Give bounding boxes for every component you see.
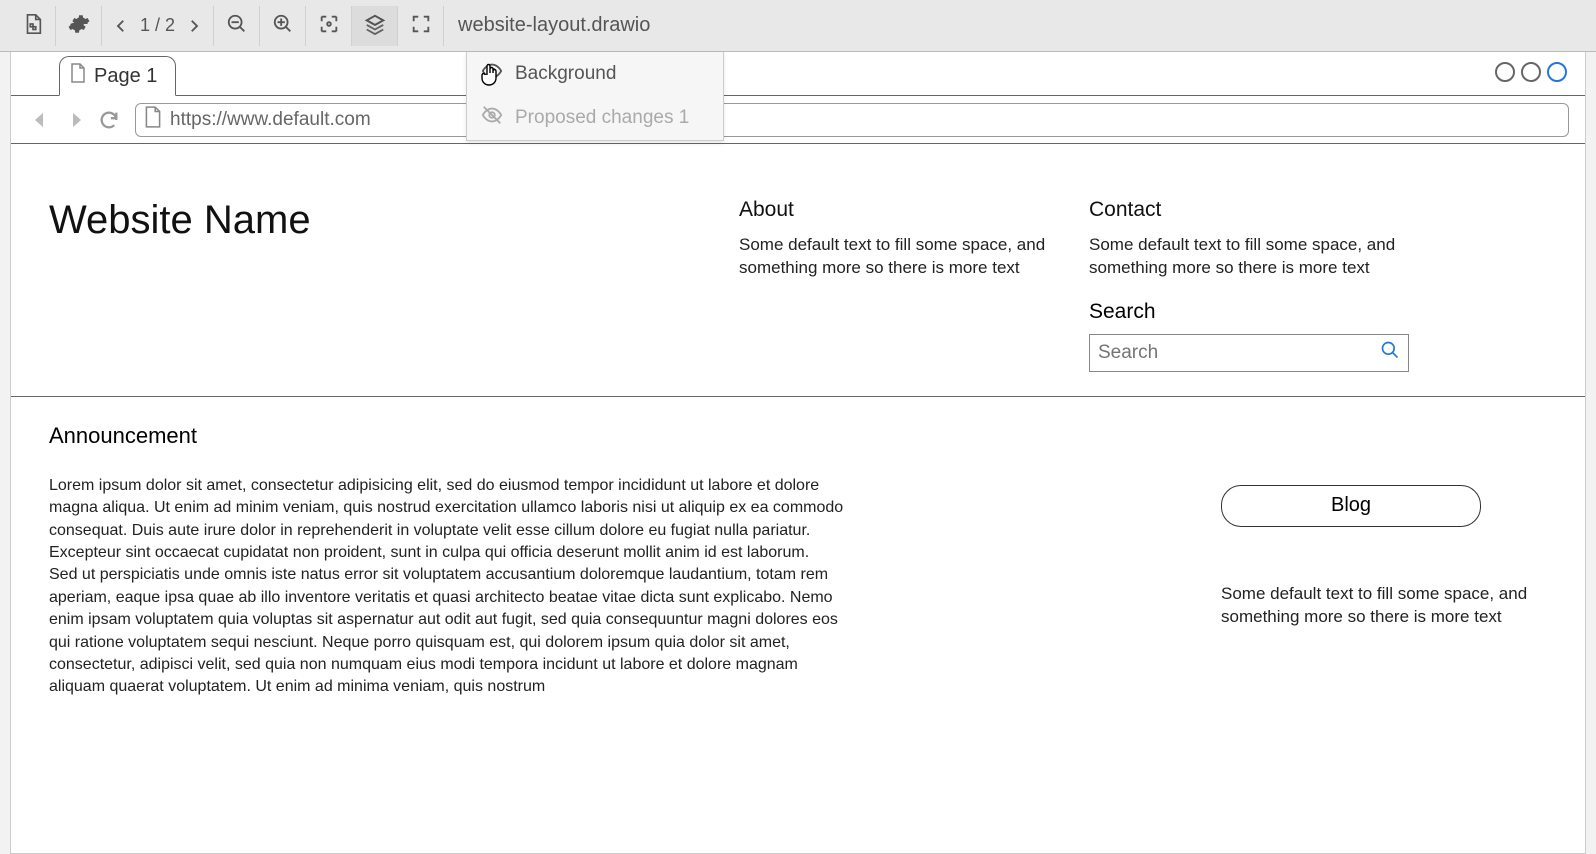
- announcement-body: Lorem ipsum dolor sit amet, consectetur …: [49, 475, 849, 699]
- zoom-in-button[interactable]: [260, 6, 306, 46]
- contact-heading: Contact: [1089, 198, 1409, 222]
- announcement-column: Announcement Lorem ipsum dolor sit amet,…: [49, 423, 849, 699]
- layers-button[interactable]: [352, 6, 398, 46]
- window-dot[interactable]: [1547, 62, 1567, 82]
- refresh-button[interactable]: [95, 106, 123, 134]
- fit-page-button[interactable]: [306, 6, 352, 46]
- blog-button-label: Blog: [1331, 494, 1371, 517]
- page-tab-label: Page 1: [94, 65, 157, 88]
- toolbar: 1 / 2: [0, 0, 1596, 52]
- window-dot[interactable]: [1521, 62, 1541, 82]
- blog-button[interactable]: Blog: [1221, 485, 1481, 527]
- gear-icon: [68, 13, 90, 38]
- search-input[interactable]: [1098, 342, 1380, 364]
- announcement-heading: Announcement: [49, 423, 849, 449]
- filename: website-layout.drawio: [444, 14, 650, 37]
- about-text: Some default text to fill some space, an…: [739, 234, 1079, 280]
- layer-label: Proposed changes 1: [515, 107, 689, 129]
- site-name: Website Name: [49, 198, 729, 243]
- settings-button[interactable]: [56, 6, 102, 46]
- browser-nav: https://www.default.com: [11, 96, 1585, 144]
- layer-label: Background: [515, 63, 616, 85]
- prev-page-button[interactable]: [108, 17, 134, 35]
- fullscreen-icon: [410, 13, 432, 38]
- page-indicator: 1 / 2: [102, 6, 214, 46]
- contact-text: Some default text to fill some space, an…: [1089, 234, 1409, 280]
- next-page-button[interactable]: [181, 17, 207, 35]
- url-bar[interactable]: https://www.default.com: [135, 103, 1569, 137]
- file-icon: [22, 13, 44, 38]
- about-column: About Some default text to fill some spa…: [739, 198, 1079, 372]
- url-text: https://www.default.com: [170, 109, 371, 131]
- zoom-in-icon: [272, 13, 294, 38]
- search-icon[interactable]: [1380, 340, 1400, 365]
- zoom-out-icon: [226, 13, 248, 38]
- fit-page-icon: [318, 13, 340, 38]
- layers-dropdown: Background Proposed changes 1: [466, 52, 724, 141]
- eye-icon: [481, 60, 503, 88]
- layer-item-proposed[interactable]: Proposed changes 1: [467, 96, 723, 140]
- search-heading: Search: [1089, 300, 1409, 324]
- forward-button[interactable]: [61, 106, 89, 134]
- page-display: 1 / 2: [134, 15, 181, 36]
- canvas: Page 1 https://www.default.c: [10, 52, 1586, 854]
- blog-column: Blog Some default text to fill some spac…: [1221, 423, 1561, 699]
- window-controls: [1495, 62, 1567, 82]
- search-box[interactable]: [1089, 334, 1409, 372]
- page-tab-row: Page 1: [11, 52, 1585, 96]
- site-name-block: Website Name: [49, 198, 729, 372]
- page-icon: [70, 63, 86, 89]
- back-button[interactable]: [27, 106, 55, 134]
- eye-off-icon: [481, 104, 503, 132]
- fullscreen-button[interactable]: [398, 6, 444, 46]
- mockup-content: Website Name About Some default text to …: [11, 144, 1585, 699]
- layers-icon: [364, 13, 386, 38]
- blog-text: Some default text to fill some space, an…: [1221, 583, 1561, 629]
- zoom-out-button[interactable]: [214, 6, 260, 46]
- about-heading: About: [739, 198, 1079, 222]
- file-button[interactable]: [10, 6, 56, 46]
- contact-column: Contact Some default text to fill some s…: [1089, 198, 1409, 372]
- page-icon: [144, 106, 162, 134]
- page-tab[interactable]: Page 1: [59, 56, 176, 96]
- layer-item-background[interactable]: Background: [467, 52, 723, 96]
- window-dot[interactable]: [1495, 62, 1515, 82]
